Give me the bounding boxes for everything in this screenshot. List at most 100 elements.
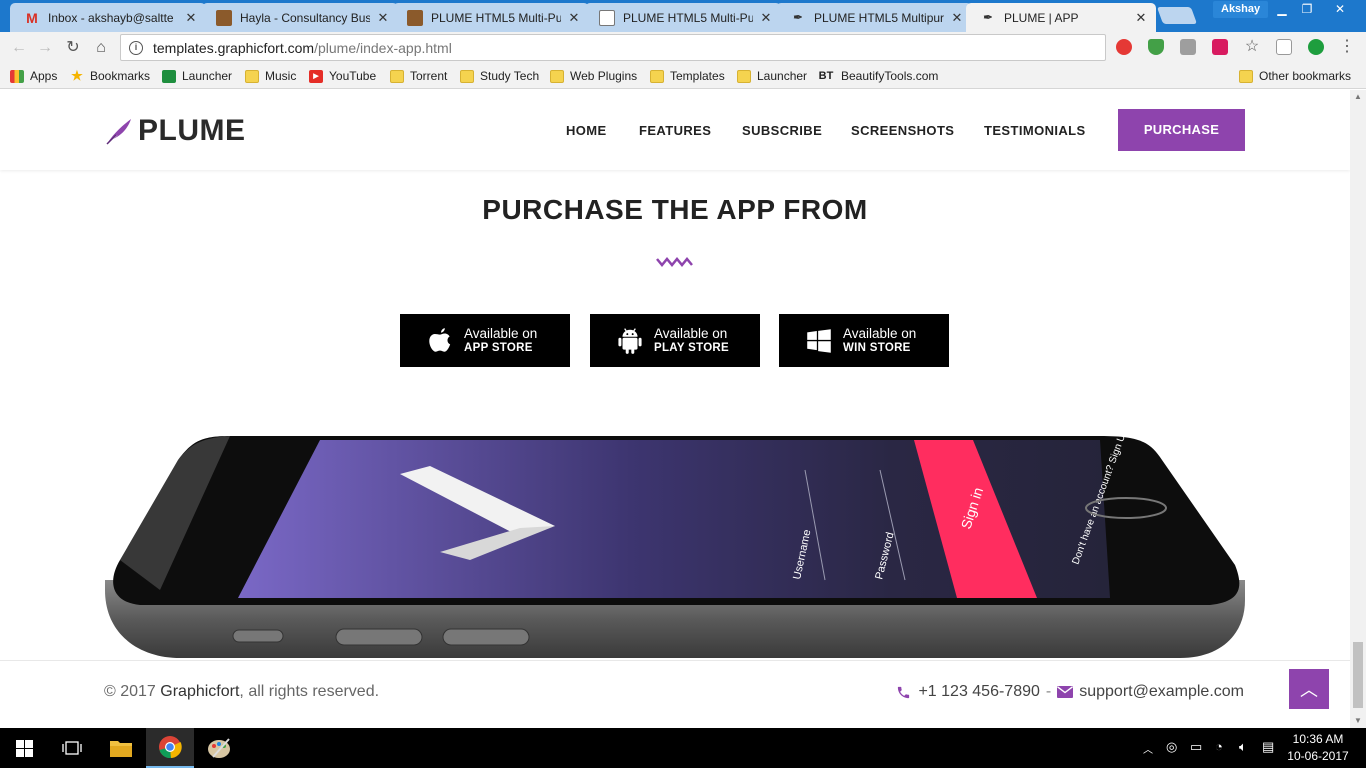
logo-text: PLUME [138, 114, 246, 147]
play-store-button[interactable]: Available on PLAY STORE [590, 314, 760, 367]
app-store-button[interactable]: Available on APP STORE [400, 314, 570, 367]
nav-features[interactable]: FEATURES [639, 123, 711, 138]
bookmark-star-icon[interactable]: ☆ [1241, 36, 1263, 58]
store-line2: WIN STORE [843, 342, 911, 354]
tray-overflow-icon[interactable]: ︿ [1143, 741, 1153, 756]
clock-date: 10-06-2017 [1287, 749, 1349, 763]
wifi-icon[interactable]: ◔ [1215, 739, 1223, 754]
media-extension-icon[interactable] [1212, 39, 1228, 55]
scroll-up-icon[interactable]: ▲ [1350, 90, 1366, 104]
extension-icon[interactable] [1180, 39, 1196, 55]
sheet-icon [162, 69, 176, 83]
other-bookmarks[interactable]: Other bookmarks [1239, 67, 1351, 85]
bookmark-youtube[interactable]: ▶ YouTube [309, 67, 376, 85]
close-icon[interactable]: ✕ [567, 10, 581, 26]
phone-number[interactable]: +1 123 456-7890 [918, 683, 1039, 701]
forward-icon[interactable]: → [34, 37, 56, 59]
minimize-icon[interactable]: ▁ [1268, 0, 1296, 18]
file-explorer-button[interactable] [97, 728, 145, 768]
home-icon[interactable]: ⌂ [90, 37, 112, 59]
nav-home[interactable]: HOME [566, 123, 607, 138]
browser-tab[interactable]: Hayla - Consultancy Bus ✕ [202, 3, 398, 32]
extension-icon[interactable] [1276, 39, 1292, 55]
company-link[interactable]: Graphicfort [160, 683, 239, 700]
bookmark-study-tech[interactable]: Study Tech [460, 67, 539, 85]
bookmark-web-plugins[interactable]: Web Plugins [550, 67, 637, 85]
bookmark-apps[interactable]: Apps [10, 67, 57, 85]
close-icon[interactable]: ✕ [184, 10, 198, 26]
chrome-taskbar-button[interactable] [146, 728, 194, 768]
paint-taskbar-button[interactable] [195, 728, 243, 768]
folder-icon [460, 69, 474, 83]
restore-icon[interactable]: ❐ [1293, 0, 1321, 18]
site-header: PLUME HOME FEATURES SUBSCRIBE SCREENSHOT… [0, 90, 1350, 170]
nav-screenshots[interactable]: SCREENSHOTS [851, 123, 954, 138]
new-tab-button[interactable] [1156, 7, 1198, 24]
bookmark-bookmarks[interactable]: ★ Bookmarks [70, 67, 150, 85]
bookmark-launcher-folder[interactable]: Launcher [737, 67, 807, 85]
close-window-icon[interactable]: ✕ [1326, 0, 1354, 18]
page-scrollbar[interactable]: ▲ ▼ [1350, 90, 1366, 728]
youtube-icon: ▶ [309, 69, 323, 83]
bookmark-launcher[interactable]: Launcher [162, 67, 232, 85]
browser-tab[interactable]: PLUME HTML5 Multi-Pu ✕ [585, 3, 781, 32]
win-store-button[interactable]: Available on WIN STORE [779, 314, 949, 367]
tab-title: PLUME HTML5 Multipur [814, 10, 944, 25]
start-button[interactable] [0, 728, 48, 768]
bookmark-label: Web Plugins [570, 69, 638, 83]
browser-tab[interactable]: M Inbox - akshayb@saltte ✕ [10, 3, 206, 32]
chevron-up-icon: ︿ [1300, 680, 1318, 700]
bookmark-label: Study Tech [480, 69, 540, 83]
volume-icon[interactable]: 🔈︎ [1239, 739, 1247, 755]
chrome-icon [159, 736, 182, 759]
back-icon[interactable]: ← [8, 37, 30, 59]
close-icon[interactable]: ✕ [1134, 10, 1148, 26]
chrome-tray-icon[interactable]: ◎ [1166, 739, 1177, 755]
bookmark-torrent[interactable]: Torrent [390, 67, 447, 85]
bookmark-label: Launcher [757, 69, 808, 83]
bookmarks-bar: Apps ★ Bookmarks Launcher Music ▶ YouTub… [0, 63, 1366, 89]
bookmark-label: Templates [670, 69, 725, 83]
purchase-button[interactable]: PURCHASE [1118, 109, 1245, 151]
shield-extension-icon[interactable] [1148, 39, 1164, 55]
windows-taskbar: ︿ ◎ ▭ ◔ 🔈︎ ▤ 10:36 AM 10-06-2017 [0, 728, 1366, 768]
contact-separator: - [1045, 683, 1052, 700]
store-line1: Available on [654, 326, 728, 341]
scroll-thumb[interactable] [1353, 642, 1363, 708]
nav-testimonials[interactable]: TESTIMONIALS [984, 123, 1086, 138]
windows-icon [807, 328, 831, 353]
bookmark-label: YouTube [329, 69, 377, 83]
close-icon[interactable]: ✕ [950, 10, 964, 26]
site-info-icon[interactable]: i [129, 40, 143, 55]
nav-subscribe[interactable]: SUBSCRIBE [742, 123, 822, 138]
browser-tab[interactable]: PLUME HTML5 Multi-Pu ✕ [393, 3, 589, 32]
close-icon[interactable]: ✕ [376, 10, 390, 26]
profile-button[interactable]: Akshay [1213, 1, 1269, 18]
site-logo[interactable]: PLUME [104, 114, 246, 148]
store-line1: Available on [464, 326, 538, 341]
notification-icon[interactable]: ▤ [1262, 739, 1274, 755]
extension-icon[interactable] [1308, 39, 1324, 55]
bookmark-label: Music [265, 69, 297, 83]
store-line2: APP STORE [464, 342, 533, 354]
bookmark-music[interactable]: Music [245, 67, 296, 85]
address-bar[interactable]: i templates.graphicfort.com/plume/index-… [120, 34, 1106, 61]
adblock-extension-icon[interactable] [1116, 39, 1132, 55]
bookmark-templates[interactable]: Templates [650, 67, 725, 85]
folder-icon [737, 69, 751, 83]
task-view-button[interactable] [48, 728, 96, 768]
browser-tab[interactable]: ✒ PLUME HTML5 Multipur ✕ [776, 3, 972, 32]
scroll-down-icon[interactable]: ▼ [1350, 714, 1366, 728]
battery-icon[interactable]: ▭ [1190, 739, 1202, 755]
star-icon: ★ [71, 68, 83, 83]
reload-icon[interactable]: ↻ [62, 37, 84, 59]
theme-icon [407, 9, 423, 26]
menu-icon[interactable]: ⋮ [1336, 36, 1358, 58]
email-link[interactable]: support@example.com [1079, 683, 1244, 701]
bookmark-label: BeautifyTools.com [841, 69, 939, 83]
taskbar-clock[interactable]: 10:36 AM 10-06-2017 [1286, 731, 1350, 765]
close-icon[interactable]: ✕ [759, 10, 773, 26]
browser-tab-active[interactable]: ✒ PLUME | APP ✕ [966, 3, 1156, 32]
bookmark-beautifytools[interactable]: BT BeautifyTools.com [817, 67, 939, 85]
back-to-top-button[interactable]: ︿ [1289, 669, 1329, 709]
